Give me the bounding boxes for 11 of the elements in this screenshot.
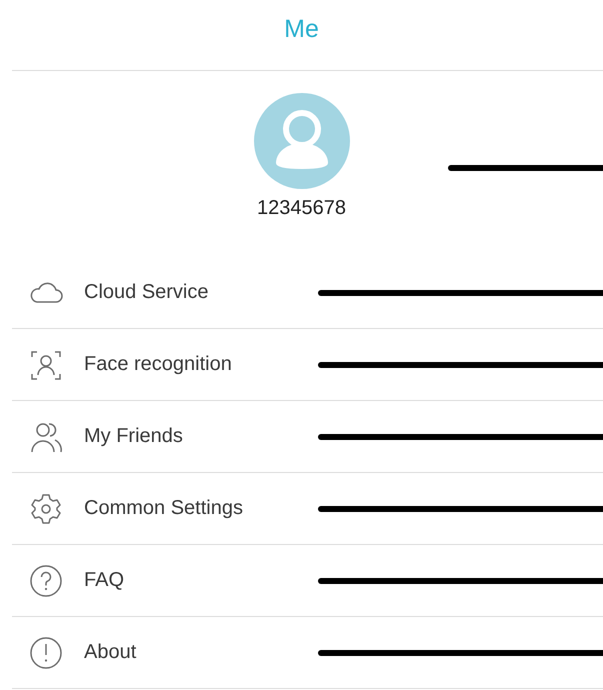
question-icon <box>28 562 64 598</box>
menu-item[interactable]: My Friends <box>12 401 603 473</box>
user-id: 12345678 <box>257 197 346 220</box>
menu-item[interactable]: Face recognition <box>12 329 603 401</box>
info-icon <box>28 634 64 670</box>
menu-item[interactable]: About <box>12 617 603 689</box>
menu-item[interactable]: Cloud Service <box>12 257 603 329</box>
menu-item[interactable]: FAQ <box>12 545 603 617</box>
page-title: Me <box>284 14 319 44</box>
menu-item[interactable]: Common Settings <box>12 473 603 545</box>
avatar-icon[interactable] <box>254 93 350 189</box>
